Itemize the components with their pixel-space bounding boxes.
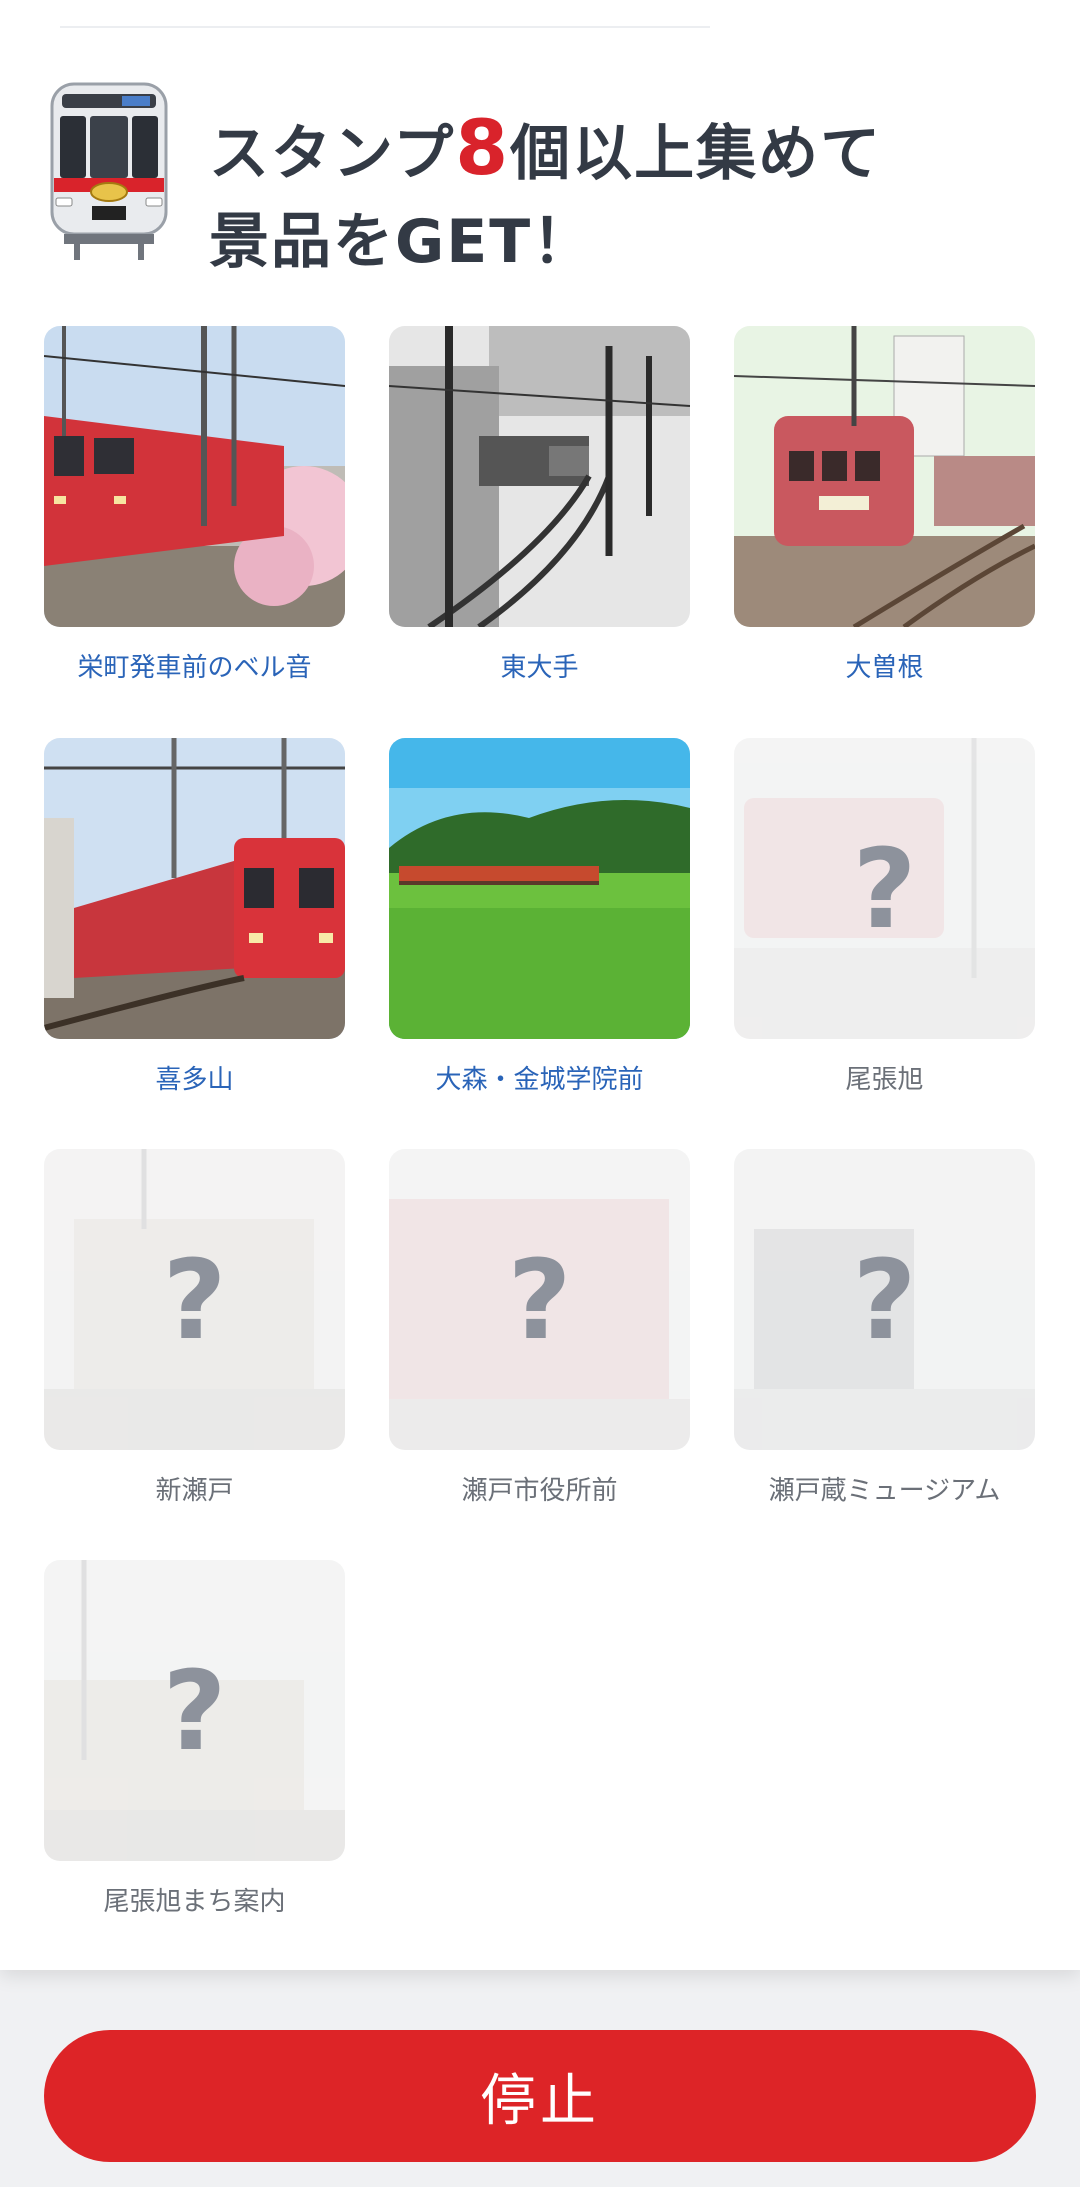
divider: [60, 26, 710, 28]
stamp-photo: ?: [44, 1149, 345, 1450]
stamp-item[interactable]: 喜多山: [44, 738, 345, 1099]
title-suffix: 個以上集めて: [510, 119, 883, 189]
stamp-label: 栄町発車前のベル音: [77, 653, 312, 683]
stamp-label: 喜多山: [155, 1065, 234, 1095]
stamp-item[interactable]: ? 新瀬戸: [44, 1149, 345, 1510]
stamp-photo: ?: [44, 1560, 345, 1861]
title-line2: 景品をGET！: [209, 207, 595, 277]
stamp-item[interactable]: 大森・金城学院前: [389, 738, 690, 1099]
stamp-label: 東大手: [500, 653, 579, 683]
stamp-label: 瀬戸市役所前: [461, 1476, 618, 1506]
stamp-item[interactable]: ? 瀬戸蔵ミュージアム: [734, 1149, 1035, 1510]
stamp-item[interactable]: ? 尾張旭: [734, 738, 1035, 1099]
stamp-photo: ?: [734, 738, 1035, 1039]
stamp-card: スタンプ8個以上集めて 景品をGET！ 栄町発車前のベル音 東大手 大曽根 喜多…: [0, 0, 1080, 1970]
header: スタンプ8個以上集めて 景品をGET！: [44, 80, 1044, 277]
stamp-item[interactable]: 東大手: [389, 326, 690, 687]
page-title: スタンプ8個以上集めて 景品をGET！: [209, 104, 882, 286]
title-count: 8: [455, 103, 511, 192]
stamp-label: 新瀬戸: [155, 1476, 234, 1506]
locked-question-icon: ?: [507, 1235, 572, 1364]
title-prefix: スタンプ: [209, 119, 456, 189]
stamp-label: 大曽根: [845, 653, 924, 683]
locked-question-icon: ?: [852, 824, 917, 953]
locked-question-icon: ?: [162, 1646, 227, 1775]
stamp-photo: ?: [734, 1149, 1035, 1450]
stamp-photo: [734, 326, 1035, 627]
stamp-item[interactable]: ? 尾張旭まち案内: [44, 1560, 345, 1921]
stamp-photo: [44, 738, 345, 1039]
stamp-item[interactable]: ? 瀬戸市役所前: [389, 1149, 690, 1510]
stamp-item[interactable]: 栄町発車前のベル音: [44, 326, 345, 687]
locked-question-icon: ?: [852, 1235, 917, 1364]
stamp-photo: [389, 326, 690, 627]
stamp-photo: [389, 738, 690, 1039]
stamp-label: 尾張旭まち案内: [103, 1887, 286, 1917]
stamp-label: 尾張旭: [845, 1065, 924, 1095]
stamp-photo: [44, 326, 345, 627]
stamp-photo: ?: [389, 1149, 690, 1450]
stamp-item[interactable]: 大曽根: [734, 326, 1035, 687]
stamp-label: 大森・金城学院前: [435, 1065, 644, 1095]
stamp-label: 瀬戸蔵ミュージアム: [768, 1476, 1001, 1506]
stop-button[interactable]: 停止: [44, 2030, 1036, 2162]
train-icon: [50, 82, 168, 260]
locked-question-icon: ?: [162, 1235, 227, 1364]
